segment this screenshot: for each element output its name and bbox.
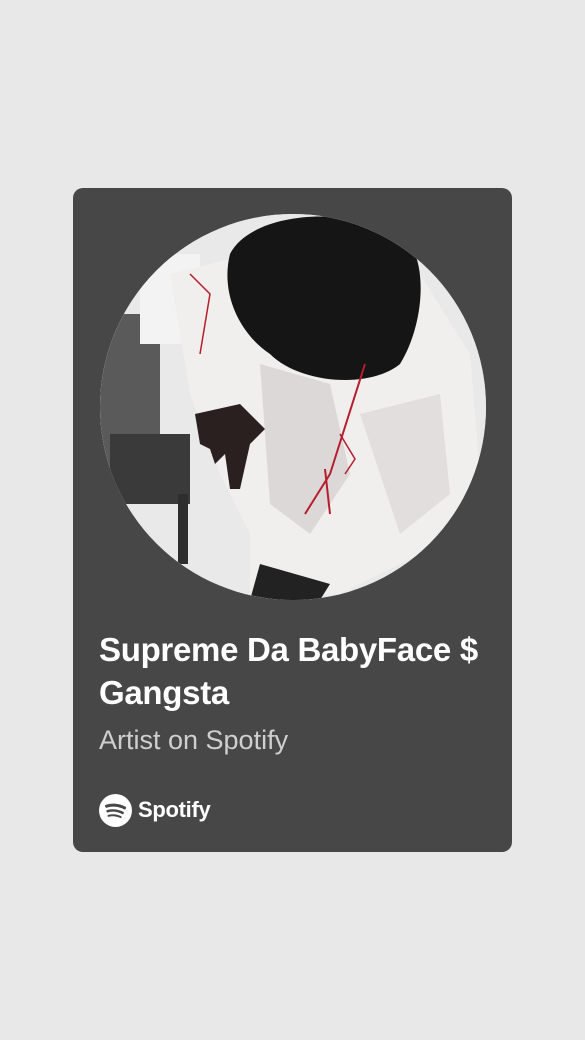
artist-share-card[interactable]: Supreme Da BabyFace $ Gangsta Artist on … bbox=[73, 188, 512, 852]
artist-photo bbox=[100, 214, 486, 600]
spotify-brand[interactable]: Spotify bbox=[99, 792, 211, 828]
artist-subtitle: Artist on Spotify bbox=[99, 725, 289, 755]
spotify-wordmark: Spotify bbox=[138, 797, 211, 822]
spotify-logo-icon bbox=[99, 793, 132, 827]
artist-name: Supreme Da BabyFace $ Gangsta bbox=[99, 631, 478, 711]
